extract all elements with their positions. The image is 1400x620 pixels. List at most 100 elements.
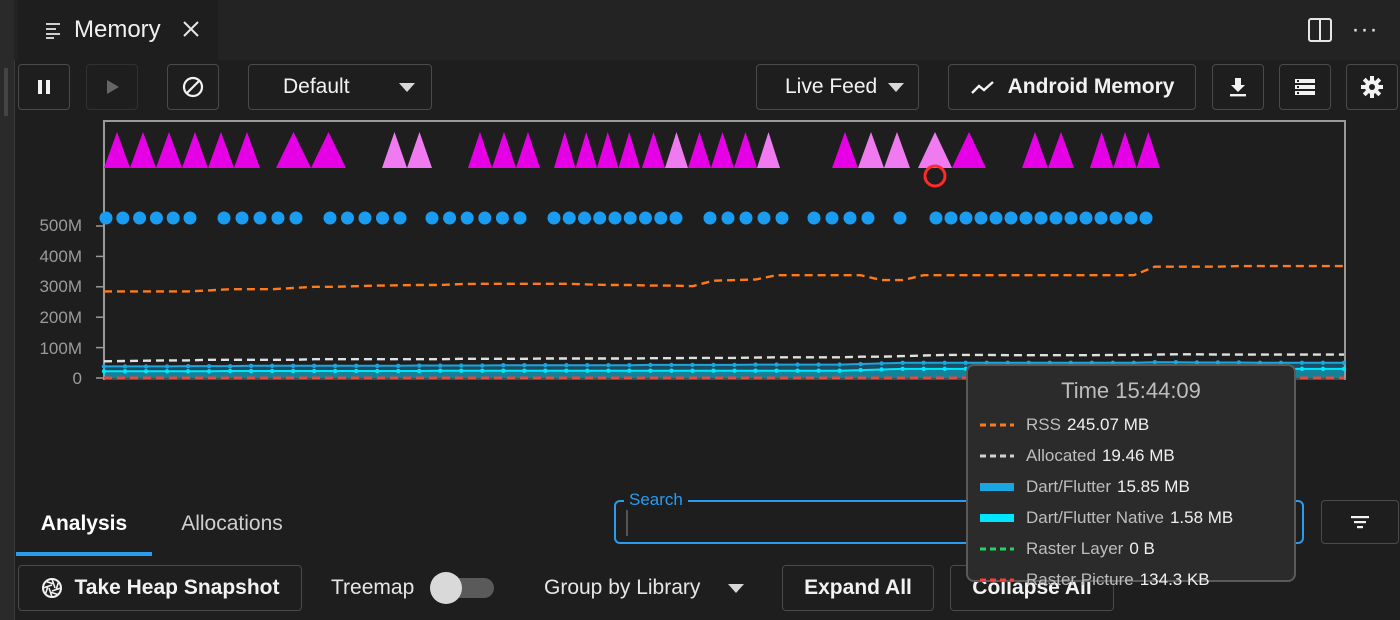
snapshot-event-marker [271,211,285,225]
snapshot-event-marker [929,211,943,225]
take-heap-snapshot-button[interactable]: Take Heap Snapshot [18,565,302,611]
tooltip-time: Time 15:44:09 [1061,378,1201,403]
group-by-select[interactable]: Group by Library [532,565,762,611]
snapshot-event-marker [149,211,163,225]
gc-event-marker [952,132,986,168]
snapshot-event-marker [1109,211,1123,225]
snapshot-event-marker [843,211,857,225]
series-dart-flutter-point [837,362,842,367]
selected-tab-indicator [16,552,152,556]
gc-event-marker [156,132,182,168]
series-dart-flutter-native-point [732,368,737,373]
tooltip-series-value: 0 B [1129,539,1155,558]
snapshot-event-marker [1064,211,1078,225]
search-input[interactable] [626,508,970,538]
series-dart-flutter-point [858,361,863,367]
snapshot-event-marker [1019,211,1033,225]
series-dart-flutter-native-point [1299,366,1305,372]
snapshot-event-marker [1139,211,1153,225]
series-dart-flutter-native-point [585,368,590,373]
tab-allocations-label: Allocations [181,512,283,535]
snapshot-event-marker [593,211,607,225]
gutter-marker [4,68,8,116]
series-dart-flutter-point [564,363,569,368]
settings-button[interactable] [1346,64,1398,110]
snapshot-event-marker [341,211,354,225]
pause-button[interactable] [18,64,70,110]
series-dart-flutter-point [795,362,800,367]
close-icon[interactable] [178,16,204,42]
profile-select[interactable]: Default [248,64,432,110]
tab-allocations[interactable]: Allocations [164,494,300,554]
series-dart-flutter-native-point [858,367,863,373]
tab-analysis[interactable]: Analysis [16,494,152,554]
series-dart-flutter-native-point [375,368,380,374]
series-dart-flutter-point [585,363,590,368]
gc-event-marker [468,132,492,168]
series-dart-flutter-point [480,363,485,368]
snapshot-event-marker [358,211,372,225]
gc-event-marker [665,132,688,168]
gc-event-marker [554,132,576,168]
tooltip-series-value: 15.85 MB [1117,477,1190,496]
memory-chart[interactable]: 500M 400M 300M 200M 100M 0 [0,112,1400,392]
tooltip-series-name: RSS [1026,415,1061,434]
snapshot-event-marker [608,211,622,225]
snapshot-event-marker [807,211,821,225]
tooltip-row: Raster Layer 0 B [978,536,1155,562]
filter-icon [1351,516,1369,529]
snapshot-event-marker [974,211,988,225]
download-icon [1230,78,1246,97]
series-dart-flutter-point [711,362,716,368]
gc-event-marker [575,132,597,168]
snapshot-event-marker [861,211,875,225]
filter-button[interactable] [1321,500,1399,544]
resume-button[interactable] [86,64,138,110]
gc-event-marker [711,132,734,168]
android-memory-button[interactable]: Android Memory [948,64,1196,110]
snapshot-event-marker [289,211,303,225]
series-dart-flutter-native-point [480,368,485,373]
gc-event-marker [1136,132,1160,168]
selected-event-ring [923,164,947,188]
feed-select[interactable]: Live Feed [756,64,919,110]
treemap-toggle[interactable] [430,572,494,604]
series-dart-flutter-point [543,363,548,368]
series-rss-line [104,264,1344,293]
series-dart-flutter-point [164,364,170,369]
clear-button[interactable] [167,64,219,110]
split-view-icon[interactable] [1305,14,1335,46]
snapshot-event-marker [460,211,474,225]
more-icon[interactable]: ··· [1348,14,1382,46]
series-dart-flutter-point [921,360,926,365]
snapshot-event-marker [323,211,337,225]
series-dart-flutter-native-point [396,368,401,374]
snapshot-event-marker [739,211,753,225]
tab-memory[interactable]: Memory [18,0,218,60]
series-dart-flutter-native-point [248,368,254,374]
series-dart-flutter-native-point [774,368,779,373]
gc-event-marker [1048,132,1074,168]
series-dart-flutter-native-point [753,368,758,373]
series-dart-flutter-point [1341,360,1347,365]
expand-all-button[interactable]: Expand All [782,565,934,611]
gc-event-marker [832,132,858,168]
snapshot-event-marker [513,211,527,225]
chevron-down-icon [728,583,744,593]
legend-button[interactable] [1279,64,1331,110]
snapshot-event-marker [116,211,130,225]
series-dart-flutter-native-point [164,369,170,374]
chart-tooltip: Time 15:44:09 RSS 245.07 MB Allocated 19.46… [966,364,1296,589]
tooltip-series-value: 245.07 MB [1066,415,1150,434]
snapshot-event-marker [703,211,717,225]
export-button[interactable] [1212,64,1264,110]
snapshot-event-marker [235,211,249,225]
series-dart-flutter-native-point [438,368,443,373]
snapshot-event-marker [669,211,683,225]
android-memory-label: Android Memory [1007,75,1175,98]
tooltip-series-name: Raster Layer [1026,539,1124,558]
snapshot-event-marker [639,211,652,225]
snapshot-event-marker [1094,211,1108,225]
treemap-label: Treemap [331,576,415,599]
gc-event-marker [234,132,260,168]
